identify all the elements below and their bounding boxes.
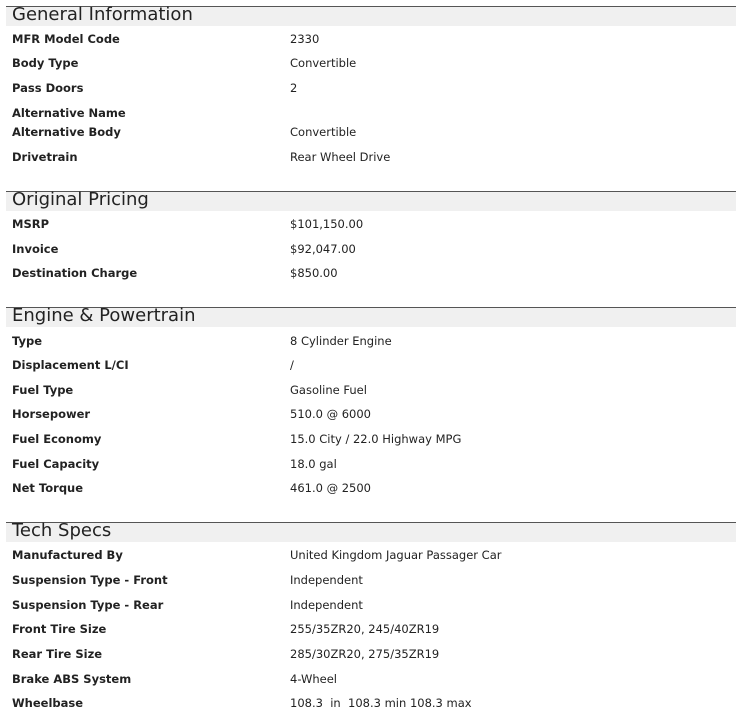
spec-row: Front Tire Size 255/35ZR20, 245/40ZR19 xyxy=(0,622,752,642)
spec-value: 18.0 gal xyxy=(290,457,337,471)
spec-value: Gasoline Fuel xyxy=(290,383,367,397)
section-header: Tech Specs xyxy=(6,520,736,542)
spec-label: Type xyxy=(12,334,43,348)
section-title: Engine & Powertrain xyxy=(12,305,196,326)
section-header: Original Pricing xyxy=(6,189,736,211)
spec-label: Body Type xyxy=(12,56,79,70)
spec-row: Suspension Type - Rear Independent xyxy=(0,598,752,618)
spec-row: Net Torque 461.0 @ 2500 xyxy=(0,481,752,501)
spec-row: Fuel Type Gasoline Fuel xyxy=(0,383,752,403)
spec-row: Destination Charge $850.00 xyxy=(0,266,752,286)
spec-value: $850.00 xyxy=(290,266,338,280)
spec-label: MFR Model Code xyxy=(12,32,120,46)
spec-value: Independent xyxy=(290,573,363,587)
spec-row: Fuel Capacity 18.0 gal xyxy=(0,457,752,477)
spec-value: $101,150.00 xyxy=(290,217,364,231)
section-engine-powertrain: Engine & Powertrain xyxy=(0,305,752,327)
spec-label: Manufactured By xyxy=(12,548,123,562)
spec-value: Independent xyxy=(290,598,363,612)
spec-row: Manufactured By United Kingdom Jaguar Pa… xyxy=(0,548,752,568)
spec-row: Suspension Type - Front Independent xyxy=(0,573,752,593)
spec-label: Rear Tire Size xyxy=(12,647,103,661)
spec-label: Displacement L/CI xyxy=(12,358,129,372)
spec-label: Suspension Type - Rear xyxy=(12,598,164,612)
spec-label: Drivetrain xyxy=(12,150,78,164)
spec-value: $92,047.00 xyxy=(290,242,356,256)
spec-label: Front Tire Size xyxy=(12,622,107,636)
spec-row: Type 8 Cylinder Engine xyxy=(0,334,752,354)
spec-row: Wheelbase 108.3 in 108.3 min 108.3 max xyxy=(0,696,752,716)
spec-row: Displacement L/CI / xyxy=(0,358,752,378)
spec-label: Destination Charge xyxy=(12,266,138,280)
spec-label: Pass Doors xyxy=(12,81,84,95)
spec-row: MSRP $101,150.00 xyxy=(0,217,752,237)
spec-label: Suspension Type - Front xyxy=(12,573,168,587)
spec-value: 510.0 @ 6000 xyxy=(290,407,371,421)
spec-value: 255/35ZR20, 245/40ZR19 xyxy=(290,622,440,636)
spec-label: Brake ABS System xyxy=(12,672,132,686)
spec-label: Alternative Name xyxy=(12,106,126,120)
spec-value: 461.0 @ 2500 xyxy=(290,481,371,495)
spec-label: Fuel Capacity xyxy=(12,457,100,471)
spec-row: Brake ABS System 4-Wheel xyxy=(0,672,752,692)
section-original-pricing: Original Pricing xyxy=(0,189,752,211)
spec-label: Invoice xyxy=(12,242,59,256)
spec-value: 15.0 City / 22.0 Highway MPG xyxy=(290,432,462,446)
section-title: General Information xyxy=(12,4,193,25)
spec-value: 2 xyxy=(290,81,298,95)
spec-row: Alternative Name xyxy=(0,106,752,126)
spec-value: / xyxy=(290,358,294,372)
spec-label: Fuel Type xyxy=(12,383,74,397)
section-header: Engine & Powertrain xyxy=(6,305,736,327)
section-title: Original Pricing xyxy=(12,189,149,210)
spec-row: Alternative Body Convertible xyxy=(0,125,752,145)
spec-label: MSRP xyxy=(12,217,50,231)
spec-value: United Kingdom Jaguar Passager Car xyxy=(290,548,502,562)
spec-row: Horsepower 510.0 @ 6000 xyxy=(0,407,752,427)
spec-value: Convertible xyxy=(290,125,357,139)
spec-value: 8 Cylinder Engine xyxy=(290,334,392,348)
section-header: General Information xyxy=(6,4,736,26)
spec-value: 4-Wheel xyxy=(290,672,338,686)
spec-row: MFR Model Code 2330 xyxy=(0,32,752,52)
spec-value: 285/30ZR20, 275/35ZR19 xyxy=(290,647,440,661)
spec-label: Alternative Body xyxy=(12,125,121,139)
spec-row: Fuel Economy 15.0 City / 22.0 Highway MP… xyxy=(0,432,752,452)
section-general-information: General Information xyxy=(0,4,752,26)
spec-row: Body Type Convertible xyxy=(0,56,752,76)
spec-label: Wheelbase xyxy=(12,696,84,710)
spec-label: Horsepower xyxy=(12,407,91,421)
spec-value: Convertible xyxy=(290,56,357,70)
spec-value: Rear Wheel Drive xyxy=(290,150,391,164)
spec-value: 108.3 in 108.3 min 108.3 max xyxy=(290,696,472,710)
spec-row: Invoice $92,047.00 xyxy=(0,242,752,262)
section-tech-specs: Tech Specs xyxy=(0,520,752,542)
section-title: Tech Specs xyxy=(12,520,112,541)
spec-label: Fuel Economy xyxy=(12,432,102,446)
spec-value: 2330 xyxy=(290,32,320,46)
spec-label: Net Torque xyxy=(12,481,84,495)
spec-row: Rear Tire Size 285/30ZR20, 275/35ZR19 xyxy=(0,647,752,667)
spec-row: Drivetrain Rear Wheel Drive xyxy=(0,150,752,170)
spec-row: Pass Doors 2 xyxy=(0,81,752,101)
